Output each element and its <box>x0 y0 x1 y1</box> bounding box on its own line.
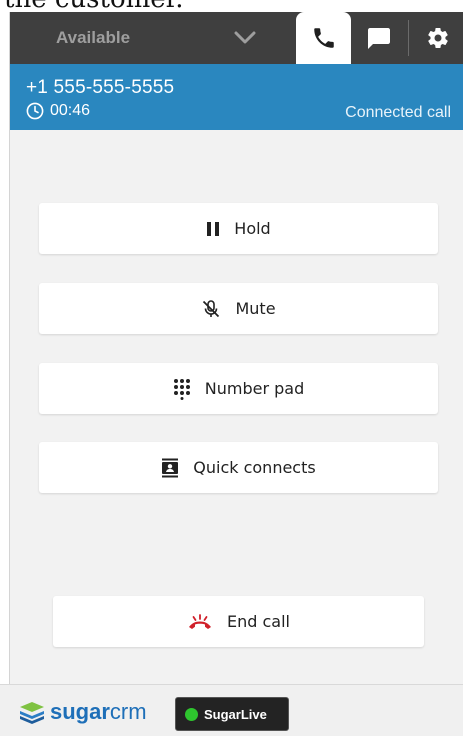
end-call-button[interactable]: End call <box>53 596 424 647</box>
caller-phone-number: +1 555-555-5555 <box>26 77 175 98</box>
pause-icon <box>206 221 220 237</box>
sugarlive-button[interactable]: SugarLive <box>175 697 289 731</box>
ccp-top-bar: Available <box>10 12 463 64</box>
online-status-dot <box>185 707 198 721</box>
quick-connects-button[interactable]: Quick connects <box>39 442 438 493</box>
agent-status-value: Available <box>56 28 131 47</box>
tab-phone[interactable] <box>296 12 351 64</box>
gear-icon <box>428 28 448 49</box>
call-timer: 00:46 <box>26 102 90 120</box>
sugarcrm-wordmark: sugarcrm <box>50 699 147 724</box>
quick-connects-button-label: Quick connects <box>193 458 316 477</box>
chat-icon <box>368 28 390 49</box>
tab-chat[interactable] <box>353 12 405 64</box>
number-pad-button[interactable]: Number pad <box>39 363 438 414</box>
end-call-button-label: End call <box>227 612 290 631</box>
number-pad-button-label: Number pad <box>204 379 305 398</box>
contact-card-icon <box>161 458 179 478</box>
left-gutter <box>0 12 10 684</box>
sugarcrm-logo[interactable]: sugarcrm <box>18 699 147 725</box>
contact-control-panel: Available +1 555-555-5555 00:46 Connecte… <box>10 12 463 684</box>
clock-icon <box>26 102 44 120</box>
hold-button-label: Hold <box>234 219 271 238</box>
agent-status-dropdown[interactable]: Available <box>10 12 286 64</box>
active-call-bar: +1 555-555-5555 00:46 Connected call <box>10 64 463 130</box>
sugarlive-button-label: SugarLive <box>204 706 267 722</box>
mute-button[interactable]: Mute <box>39 283 438 334</box>
tab-divider <box>408 20 409 56</box>
phone-icon <box>313 28 334 48</box>
footer-bar: sugarcrm SugarLive <box>0 684 463 736</box>
page-caption-text: the customer. <box>0 0 463 12</box>
call-timer-value: 00:46 <box>50 102 91 119</box>
mute-button-label: Mute <box>235 299 276 318</box>
sugarcrm-cube-icon <box>20 702 44 724</box>
hang-up-icon <box>187 613 213 630</box>
dialpad-icon <box>173 378 191 400</box>
call-status-label: Connected call <box>345 104 451 121</box>
mic-off-icon <box>201 299 221 319</box>
tab-settings[interactable] <box>413 12 463 64</box>
hold-button[interactable]: Hold <box>39 203 438 254</box>
chevron-down-icon <box>234 31 256 44</box>
